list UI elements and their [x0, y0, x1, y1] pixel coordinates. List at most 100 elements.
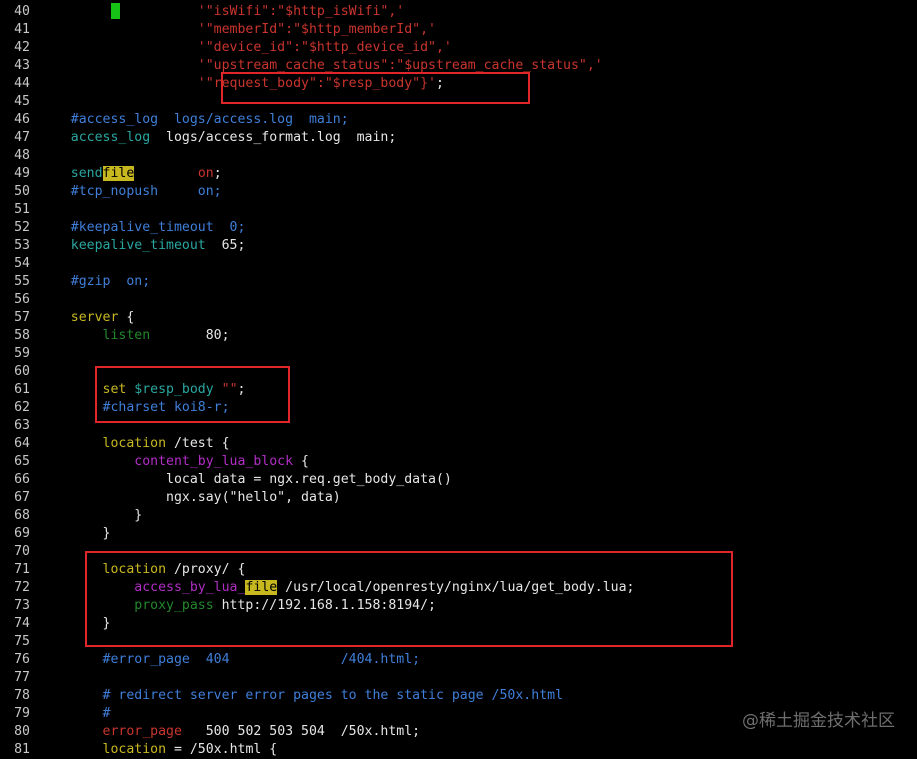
line-number: 73 — [14, 598, 30, 613]
code-token: logs/access_format.log main; — [150, 130, 397, 145]
code-line[interactable]: 57 server { — [0, 309, 917, 327]
code-line[interactable]: 55 #gzip on; — [0, 273, 917, 291]
line-number: 49 — [14, 166, 30, 181]
code-token: ngx.say("hello", data) — [39, 490, 341, 505]
code-line[interactable]: 59 — [0, 345, 917, 363]
code-token: '"device_id":"$http_device_id",' — [39, 40, 452, 55]
code-token: = /50x.html { — [166, 742, 278, 757]
code-token: # — [39, 706, 111, 721]
code-line[interactable]: 48 — [0, 147, 917, 165]
code-text: location = /50x.html { — [39, 741, 278, 759]
code-text: error_page 500 502 503 504 /50x.html; — [39, 723, 421, 741]
line-number: 78 — [14, 688, 30, 703]
line-number: 56 — [14, 292, 30, 307]
code-line[interactable]: 54 — [0, 255, 917, 273]
code-token: local data = ngx.req.get_body_data() — [39, 472, 452, 487]
code-line[interactable]: 58 listen 80; — [0, 327, 917, 345]
code-line[interactable]: 64 location /test { — [0, 435, 917, 453]
line-number: 76 — [14, 652, 30, 667]
code-line[interactable]: 49 sendfile on; — [0, 165, 917, 183]
line-number: 79 — [14, 706, 30, 721]
code-line[interactable]: 50 #tcp_nopush on; — [0, 183, 917, 201]
code-line[interactable]: 67 ngx.say("hello", data) — [0, 489, 917, 507]
code-line[interactable]: 65 content_by_lua_block { — [0, 453, 917, 471]
code-line[interactable]: 51 — [0, 201, 917, 219]
code-token: { — [118, 310, 135, 325]
highlight-box-set-resp-body — [95, 366, 290, 423]
line-number: 42 — [14, 40, 30, 55]
code-text: #tcp_nopush on; — [39, 183, 222, 201]
code-text: '"isWifi":"$http_isWifi",' — [39, 3, 404, 21]
line-number: 48 — [14, 148, 30, 163]
code-token: } — [39, 526, 111, 541]
code-token: #access_log logs/access.log main; — [39, 112, 349, 127]
line-number: 66 — [14, 472, 30, 487]
code-text: access_log logs/access_format.log main; — [39, 129, 397, 147]
highlight-box-proxy-location — [85, 551, 733, 647]
code-line[interactable]: 52 #keepalive_timeout 0; — [0, 219, 917, 237]
line-number: 60 — [14, 364, 30, 379]
code-text: listen 80; — [39, 327, 230, 345]
code-text: '"memberId":"$http_memberId",' — [39, 21, 436, 39]
code-token: location — [39, 436, 167, 451]
line-number: 69 — [14, 526, 30, 541]
code-line[interactable]: 68 } — [0, 507, 917, 525]
code-text: '"device_id":"$http_device_id",' — [39, 39, 452, 57]
line-number: 53 — [14, 238, 30, 253]
code-token: 65; — [205, 238, 246, 253]
code-line[interactable]: 41 '"memberId":"$http_memberId",' — [0, 21, 917, 39]
code-line[interactable]: 66 local data = ngx.req.get_body_data() — [0, 471, 917, 489]
line-number: 59 — [14, 346, 30, 361]
code-line[interactable]: 56 — [0, 291, 917, 309]
line-number: 45 — [14, 94, 30, 109]
code-text: } — [39, 525, 111, 543]
code-token: '"isWifi":"$http_isWifi",' — [39, 4, 405, 19]
code-text: #keepalive_timeout 0; — [39, 219, 246, 237]
code-token: /test { — [166, 436, 230, 451]
code-token: error_page — [39, 724, 182, 739]
code-token: '"upstream_cache_status":"$upstream_cach… — [39, 58, 603, 73]
line-number: 65 — [14, 454, 30, 469]
code-line[interactable]: 42 '"device_id":"$http_device_id",' — [0, 39, 917, 57]
line-number: 70 — [14, 544, 30, 559]
line-number: 64 — [14, 436, 30, 451]
line-number: 61 — [14, 382, 30, 397]
line-number: 44 — [14, 76, 30, 91]
code-token: keepalive_timeout — [39, 238, 206, 253]
line-number: 52 — [14, 220, 30, 235]
line-number: 55 — [14, 274, 30, 289]
code-text: #access_log logs/access.log main; — [39, 111, 349, 129]
code-token: access_log — [39, 130, 151, 145]
code-line[interactable]: 76 #error_page 404 /404.html; — [0, 651, 917, 669]
line-number: 74 — [14, 616, 30, 631]
line-number: 72 — [14, 580, 30, 595]
line-number: 46 — [14, 112, 30, 127]
line-number: 67 — [14, 490, 30, 505]
code-token: #gzip on; — [39, 274, 151, 289]
code-line[interactable]: 69 } — [0, 525, 917, 543]
code-text: keepalive_timeout 65; — [39, 237, 246, 255]
code-text: # redirect server error pages to the sta… — [39, 687, 564, 705]
code-text: # — [39, 705, 111, 723]
code-line[interactable]: 47 access_log logs/access_format.log mai… — [0, 129, 917, 147]
line-number: 40 — [14, 4, 30, 19]
line-number: 50 — [14, 184, 30, 199]
line-number: 57 — [14, 310, 30, 325]
code-line[interactable]: 77 — [0, 669, 917, 687]
line-number: 54 — [14, 256, 30, 271]
line-number: 77 — [14, 670, 30, 685]
code-line[interactable]: 78 # redirect server error pages to the … — [0, 687, 917, 705]
code-line[interactable]: 53 keepalive_timeout 65; — [0, 237, 917, 255]
line-number: 41 — [14, 22, 30, 37]
code-line[interactable]: 46 #access_log logs/access.log main; — [0, 111, 917, 129]
highlight-box-request-body — [221, 72, 530, 104]
code-token: '"memberId":"$http_memberId",' — [39, 22, 436, 37]
code-line[interactable]: 81 location = /50x.html { — [0, 741, 917, 759]
watermark: @稀土掘金技术社区 — [742, 711, 895, 731]
code-line[interactable]: 40 '"isWifi":"$http_isWifi",' — [0, 3, 917, 21]
line-number: 58 — [14, 328, 30, 343]
code-text: #error_page 404 /404.html; — [39, 651, 421, 669]
text-cursor — [111, 3, 120, 19]
code-token: { — [293, 454, 309, 469]
code-token: 80; — [150, 328, 230, 343]
